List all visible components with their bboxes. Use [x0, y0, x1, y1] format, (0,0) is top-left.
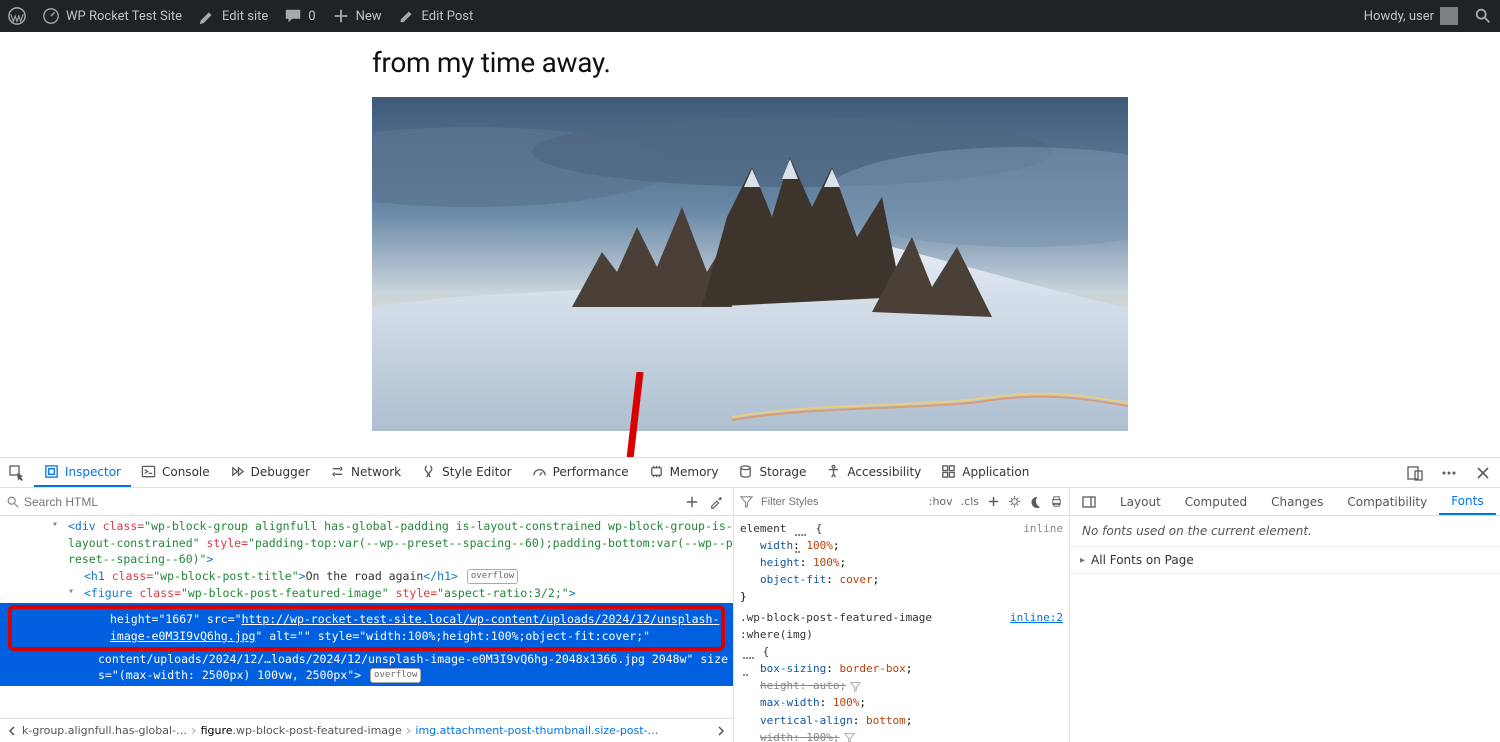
- crumb-2[interactable]: figure.wp-block-post-featured-image: [201, 724, 402, 737]
- add-node-button[interactable]: [685, 495, 699, 509]
- styles-panel: :hov .cls element {inline width: 100%; h…: [734, 488, 1070, 742]
- dom-tree[interactable]: ▾<div class="wp-block-group alignfull ha…: [0, 516, 733, 718]
- edit-post-item[interactable]: Edit Post: [390, 0, 482, 32]
- meatball-menu-button[interactable]: [1432, 458, 1466, 487]
- dashboard-icon: [42, 7, 60, 25]
- selected-node[interactable]: height="1667" src="http://wp-rocket-test…: [0, 603, 733, 686]
- new-label: New: [356, 9, 382, 24]
- edit-site-item[interactable]: Edit site: [190, 0, 276, 32]
- body-text: from my time away.: [372, 32, 1128, 97]
- tab-performance[interactable]: Performance: [522, 458, 639, 487]
- tab-debugger[interactable]: Debugger: [220, 458, 320, 487]
- plus-icon: [332, 7, 350, 25]
- devtools: Inspector Console Debugger Network Style…: [0, 457, 1500, 742]
- print-button[interactable]: [1050, 495, 1063, 508]
- all-fonts-accordion[interactable]: All Fonts on Page: [1070, 546, 1500, 574]
- tab-label: Style Editor: [442, 465, 511, 479]
- tab-accessibility[interactable]: Accessibility: [816, 458, 931, 487]
- tab-label: Debugger: [251, 465, 310, 479]
- tab-label: Accessibility: [847, 465, 921, 479]
- tab-compatibility[interactable]: Compatibility: [1335, 488, 1439, 515]
- crumb-1[interactable]: k-group.alignfull.has-global-…: [22, 724, 187, 737]
- wp-logo[interactable]: [0, 0, 34, 32]
- highlight-box: height="1667" src="http://wp-rocket-test…: [8, 605, 725, 650]
- funnel-icon[interactable]: [844, 732, 855, 742]
- cls-toggle[interactable]: .cls: [961, 495, 979, 508]
- tab-label: Performance: [553, 465, 629, 479]
- html-toolbar: [0, 488, 733, 516]
- breadcrumb[interactable]: k-group.alignfull.has-global-… › figure.…: [0, 718, 733, 742]
- tab-network[interactable]: Network: [320, 458, 411, 487]
- search-icon: [6, 495, 20, 509]
- site-title-item[interactable]: WP Rocket Test Site: [34, 0, 190, 32]
- crumb-3[interactable]: img.attachment-post-thumbnail.size-post-…: [415, 724, 711, 737]
- side-tabs: Layout Computed Changes Compatibility Fo…: [1070, 488, 1500, 516]
- tab-style-editor[interactable]: Style Editor: [411, 458, 521, 487]
- devtools-tabs: Inspector Console Debugger Network Style…: [0, 458, 1500, 488]
- tab-console[interactable]: Console: [131, 458, 220, 487]
- stylesheet-link[interactable]: inline:2: [1010, 609, 1063, 643]
- filter-styles-input[interactable]: [761, 496, 871, 508]
- side-toggle-button[interactable]: [1070, 488, 1108, 515]
- close-devtools-button[interactable]: [1466, 458, 1500, 487]
- css-rule[interactable]: element {inline width: 100%; height: 100…: [740, 520, 1063, 605]
- fonts-body: No fonts used on the current element.: [1070, 516, 1500, 546]
- tab-label: Memory: [670, 465, 719, 479]
- eyedropper-button[interactable]: [709, 495, 723, 509]
- tab-inspector[interactable]: Inspector: [34, 458, 131, 487]
- howdy-item[interactable]: Howdy, user: [1356, 0, 1466, 32]
- chevron-right-icon[interactable]: [715, 725, 727, 737]
- tab-memory[interactable]: Memory: [639, 458, 729, 487]
- howdy-label: Howdy, user: [1364, 9, 1434, 24]
- comments-item[interactable]: 0: [276, 0, 323, 32]
- edit-post-label: Edit Post: [422, 9, 474, 24]
- wp-adminbar: WP Rocket Test Site Edit site 0 New Edit…: [0, 0, 1500, 32]
- tab-layout[interactable]: Layout: [1108, 488, 1173, 515]
- search-icon: [1474, 7, 1492, 25]
- tab-storage[interactable]: Storage: [728, 458, 816, 487]
- side-panel: Layout Computed Changes Compatibility Fo…: [1070, 488, 1500, 742]
- funnel-icon: [740, 495, 753, 508]
- html-panel: ▾<div class="wp-block-group alignfull ha…: [0, 488, 734, 742]
- styles-body[interactable]: element {inline width: 100%; height: 100…: [734, 516, 1069, 742]
- mountain-image: [372, 97, 1128, 431]
- hov-toggle[interactable]: :hov: [929, 495, 953, 508]
- styles-toolbar: :hov .cls: [734, 488, 1069, 516]
- wordpress-icon: [8, 7, 26, 25]
- page-content: from my time away.: [0, 32, 1500, 457]
- light-theme-button[interactable]: [1008, 495, 1021, 508]
- site-title: WP Rocket Test Site: [66, 9, 182, 24]
- tab-computed[interactable]: Computed: [1173, 488, 1259, 515]
- comments-count: 0: [308, 9, 315, 24]
- tab-label: Storage: [759, 465, 806, 479]
- tab-label: Console: [162, 465, 210, 479]
- tab-changes[interactable]: Changes: [1259, 488, 1335, 515]
- chevron-left-icon[interactable]: [6, 725, 18, 737]
- comment-icon: [284, 7, 302, 25]
- css-rule[interactable]: .wp-block-post-featured-image :where(img…: [740, 609, 1063, 742]
- dark-theme-button[interactable]: [1029, 495, 1042, 508]
- tab-application[interactable]: Application: [931, 458, 1039, 487]
- tab-label: Network: [351, 465, 401, 479]
- tab-fonts[interactable]: Fonts: [1439, 488, 1495, 515]
- edit-site-label: Edit site: [222, 9, 268, 24]
- new-item[interactable]: New: [324, 0, 390, 32]
- tab-label: Inspector: [65, 465, 121, 479]
- brush-icon: [198, 7, 216, 25]
- add-rule-button[interactable]: [987, 495, 1000, 508]
- pencil-icon: [398, 7, 416, 25]
- no-fonts-message: No fonts used on the current element.: [1082, 524, 1312, 538]
- pick-element-button[interactable]: [0, 458, 34, 487]
- avatar: [1440, 7, 1458, 25]
- tab-label: Application: [962, 465, 1029, 479]
- responsive-mode-button[interactable]: [1398, 458, 1432, 487]
- featured-image: [372, 97, 1128, 431]
- funnel-icon[interactable]: [850, 681, 861, 692]
- search-item[interactable]: [1466, 0, 1500, 32]
- search-html-input[interactable]: [24, 495, 681, 509]
